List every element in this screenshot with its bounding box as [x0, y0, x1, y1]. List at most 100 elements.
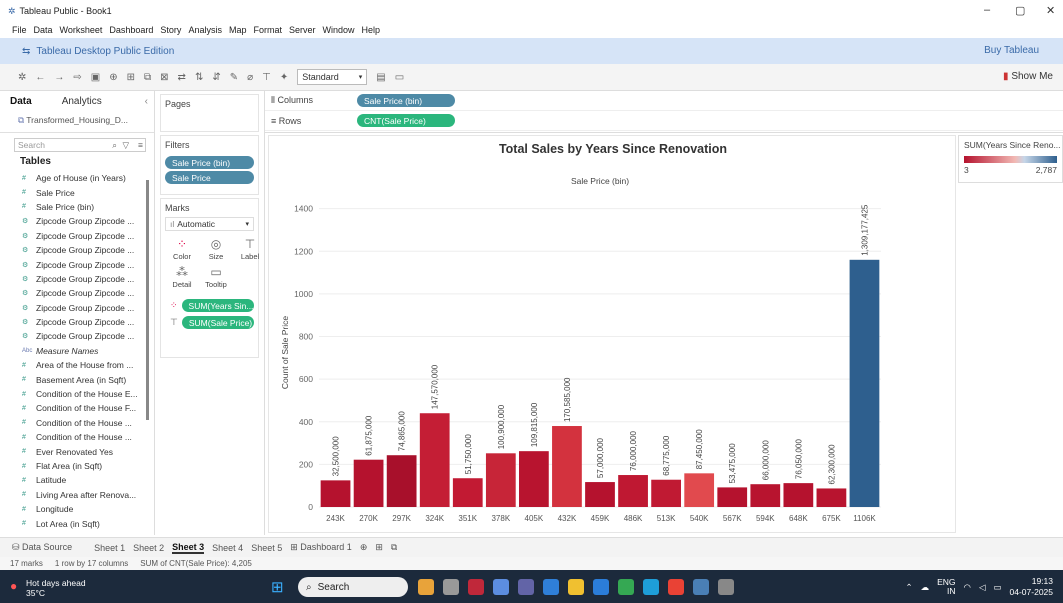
teams-app-icon[interactable]: [518, 579, 534, 595]
menu-item-help[interactable]: Help: [362, 25, 381, 35]
chrome-app-icon[interactable]: [618, 579, 634, 595]
chrome2-app-icon[interactable]: [668, 579, 684, 595]
field-item[interactable]: # Sale Price (bin): [0, 200, 154, 214]
collapse-icon[interactable]: ‹: [145, 96, 148, 107]
new-datasource-icon[interactable]: ⊕: [109, 72, 117, 83]
menu-item-file[interactable]: File: [12, 25, 27, 35]
field-item[interactable]: # Flat Area (in Sqft): [0, 459, 154, 473]
field-item[interactable]: # Longitude: [0, 502, 154, 516]
redo-icon[interactable]: →: [54, 72, 64, 83]
field-item[interactable]: # Condition of the House ...: [0, 430, 154, 444]
field-item[interactable]: # Living Area after Renova...: [0, 488, 154, 502]
menu-item-window[interactable]: Window: [323, 25, 355, 35]
menu-item-worksheet[interactable]: Worksheet: [60, 25, 103, 35]
detail-button[interactable]: ⁂ Detail: [165, 265, 199, 289]
field-item[interactable]: ⚙ Zipcode Group Zipcode ...: [0, 257, 154, 271]
tableau-app-icon[interactable]: [693, 579, 709, 595]
weather-widget[interactable]: Hot days ahead 35°C: [26, 578, 86, 598]
menu-item-story[interactable]: Story: [160, 25, 181, 35]
color-button[interactable]: ⁘ Color: [165, 237, 199, 261]
filter-pill-sale-price[interactable]: Sale Price: [165, 171, 254, 184]
mcafee-app-icon[interactable]: [468, 579, 484, 595]
labels-icon[interactable]: ⊤: [262, 72, 271, 83]
menu-item-analysis[interactable]: Analysis: [188, 25, 222, 35]
search-input[interactable]: Search ⌕ ▽ ≡: [14, 138, 146, 152]
tab-sheet-2[interactable]: Sheet 2: [133, 543, 164, 553]
sort-desc-icon[interactable]: ⇵: [212, 72, 220, 83]
menu-item-format[interactable]: Format: [253, 25, 282, 35]
tab-sheet-5[interactable]: Sheet 5: [251, 543, 282, 553]
mark-type-dropdown[interactable]: ıl Automatic ▾: [165, 217, 254, 231]
filters-card[interactable]: Filters Sale Price (bin) Sale Price: [160, 135, 259, 195]
buy-tableau-link[interactable]: Buy Tableau: [984, 45, 1039, 56]
cards-icon[interactable]: ▤: [376, 72, 385, 83]
pages-card[interactable]: Pages: [160, 94, 259, 132]
datasource-item[interactable]: ⧉ Transformed_Housing_D...: [0, 111, 154, 133]
field-item[interactable]: # Basement Area (in Sqft): [0, 372, 154, 386]
forward-icon[interactable]: ⇨: [73, 72, 81, 83]
widgets-app-icon[interactable]: [418, 579, 434, 595]
rows-pill[interactable]: CNT(Sale Price): [357, 114, 455, 127]
group-icon[interactable]: ⌀: [247, 72, 253, 83]
field-item[interactable]: ⚙ Zipcode Group Zipcode ...: [0, 229, 154, 243]
field-list-scrollbar[interactable]: [146, 180, 149, 420]
minimize-button[interactable]: –: [984, 4, 990, 16]
other-app-icon[interactable]: [718, 579, 734, 595]
taskbar-search[interactable]: ⌕ Search: [298, 577, 408, 597]
save-icon[interactable]: ▣: [91, 72, 100, 83]
field-item[interactable]: ⚙ Zipcode Group Zipcode ...: [0, 315, 154, 329]
tab-sheet-4[interactable]: Sheet 4: [212, 543, 243, 553]
swap-icon[interactable]: ⇄: [178, 72, 186, 83]
duplicate-icon[interactable]: ⧉: [144, 72, 151, 83]
field-item[interactable]: # Latitude: [0, 473, 154, 487]
close-button[interactable]: ✕: [1046, 4, 1055, 17]
windows-start-icon[interactable]: ⊞: [271, 578, 284, 596]
field-item[interactable]: # Sale Price: [0, 185, 154, 199]
field-item[interactable]: ⚙ Zipcode Group Zipcode ...: [0, 301, 154, 315]
battery-icon[interactable]: ▭: [993, 582, 1001, 593]
new-dashboard-tab-icon[interactable]: ⊞: [375, 542, 383, 553]
mark-pill-sale-price[interactable]: SUM(Sale Price): [181, 316, 254, 329]
presentation-icon[interactable]: ▭: [395, 72, 404, 83]
field-item[interactable]: # Condition of the House F...: [0, 401, 154, 415]
tab-analytics[interactable]: Analytics: [62, 96, 102, 107]
tableau-logo-icon[interactable]: ✲: [18, 72, 26, 83]
edge-app-icon[interactable]: [643, 579, 659, 595]
onedrive-icon[interactable]: ☁: [921, 582, 930, 593]
new-sheet-icon[interactable]: ⊞: [127, 72, 135, 83]
pin-axis-icon[interactable]: ✦: [280, 72, 288, 83]
wifi-icon[interactable]: ◠: [964, 582, 971, 593]
clear-icon[interactable]: ⊠: [160, 72, 168, 83]
field-item[interactable]: ⚙ Zipcode Group Zipcode ...: [0, 243, 154, 257]
new-sheet-tab-icon[interactable]: ⊕: [360, 542, 368, 553]
menu-item-dashboard[interactable]: Dashboard: [109, 25, 153, 35]
explorer-app-icon[interactable]: [568, 579, 584, 595]
weather-icon[interactable]: ●: [10, 579, 17, 593]
field-item[interactable]: ⚙ Zipcode Group Zipcode ...: [0, 272, 154, 286]
calendar-app-icon[interactable]: [543, 579, 559, 595]
field-item[interactable]: ⚙ Zipcode Group Zipcode ...: [0, 214, 154, 228]
tab-sheet-3[interactable]: Sheet 3: [172, 542, 205, 554]
filter-pill-sale-price-bin[interactable]: Sale Price (bin): [165, 156, 254, 169]
fit-dropdown[interactable]: Standard ▾: [297, 69, 368, 85]
field-item[interactable]: Abc Measure Names: [0, 344, 154, 358]
new-story-tab-icon[interactable]: ⧉: [391, 542, 397, 553]
volume-icon[interactable]: ◁: [979, 582, 986, 593]
field-item[interactable]: # Area of the House from ...: [0, 358, 154, 372]
menu-item-server[interactable]: Server: [289, 25, 316, 35]
tab-data[interactable]: Data: [10, 96, 32, 107]
view-options-icon[interactable]: ≡: [138, 140, 143, 150]
label-button[interactable]: ⊤ Label: [233, 237, 267, 261]
size-button[interactable]: ◎ Size: [199, 237, 233, 261]
menu-item-map[interactable]: Map: [229, 25, 247, 35]
field-item[interactable]: ⚙ Zipcode Group Zipcode ...: [0, 329, 154, 343]
rows-shelf[interactable]: ≡ Rows CNT(Sale Price): [265, 111, 1063, 131]
maximize-button[interactable]: ▢: [1015, 4, 1025, 17]
highlight-icon[interactable]: ✎: [230, 72, 238, 83]
tab-data-source[interactable]: ⛁ Data Source: [12, 542, 72, 553]
filter-icon[interactable]: ▽: [122, 140, 129, 151]
system-tray[interactable]: ⌃ ☁ ENG IN ◠ ◁ ▭ 19:13 04-07-2025: [905, 576, 1053, 598]
tooltip-button[interactable]: ▭ Tooltip: [199, 265, 233, 289]
sort-asc-icon[interactable]: ⇅: [195, 72, 203, 83]
columns-pill[interactable]: Sale Price (bin): [357, 94, 455, 107]
